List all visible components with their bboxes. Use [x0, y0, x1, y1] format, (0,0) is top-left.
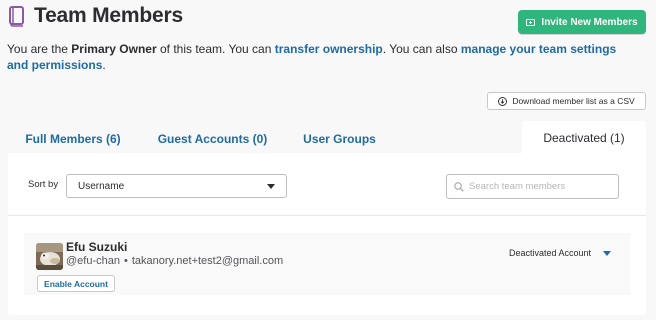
account-status-value: Deactivated Account: [509, 248, 592, 258]
tab-deactivated[interactable]: Deactivated (1): [522, 121, 646, 155]
transfer-ownership-link[interactable]: transfer ownership: [275, 42, 383, 56]
member-name: Efu Suzuki: [66, 240, 128, 254]
tab-guest-accounts[interactable]: Guest Accounts (0): [150, 124, 275, 154]
panel-divider: [8, 215, 646, 216]
search-icon: [454, 181, 464, 192]
tab-user-groups[interactable]: User Groups: [292, 124, 387, 154]
member-row: Efu Suzuki @efu-chan • takanory.net+test2@…: [24, 233, 630, 295]
download-csv-label: Download member list as a CSV: [512, 96, 635, 106]
tab-full-members[interactable]: Full Members (6): [12, 124, 134, 154]
team-members-page: Team Members Invite New Members You are …: [0, 0, 656, 320]
invite-icon: [526, 18, 536, 26]
invite-button-label: Invite New Members: [541, 16, 638, 28]
search-members-input[interactable]: [469, 181, 609, 192]
role-text: Primary Owner: [71, 42, 157, 56]
sort-by-select[interactable]: Username: [66, 174, 287, 198]
chevron-down-icon: [267, 184, 275, 189]
members-panel: Sort by Username Search team members Efu…: [8, 153, 646, 315]
member-details: @efu-chan • takanory.net+test2@gmail.com: [66, 255, 283, 267]
download-csv-button[interactable]: Download member list as a CSV: [487, 92, 646, 110]
ownership-intro: You are the Primary Owner of this team. …: [7, 42, 617, 72]
avatar: [36, 243, 63, 270]
search-members-field[interactable]: [446, 174, 619, 199]
enable-account-button[interactable]: Enable Account: [37, 275, 115, 292]
member-handle: @efu-chan: [66, 255, 120, 267]
member-email: takanory.net+test2@gmail.com: [131, 255, 284, 267]
separator-dot: •: [123, 255, 128, 267]
invite-new-members-button[interactable]: Invite New Members: [518, 10, 646, 34]
sort-by-value: Username: [78, 180, 125, 192]
account-status-dropdown[interactable]: Deactivated Account: [509, 248, 612, 258]
page-header: Team Members: [8, 4, 183, 28]
chevron-down-icon: [603, 250, 612, 256]
cloud-download-icon: [498, 96, 508, 106]
page-title: Team Members: [34, 4, 183, 27]
book-icon: [9, 6, 24, 27]
sort-by-label: Sort by: [28, 179, 59, 190]
